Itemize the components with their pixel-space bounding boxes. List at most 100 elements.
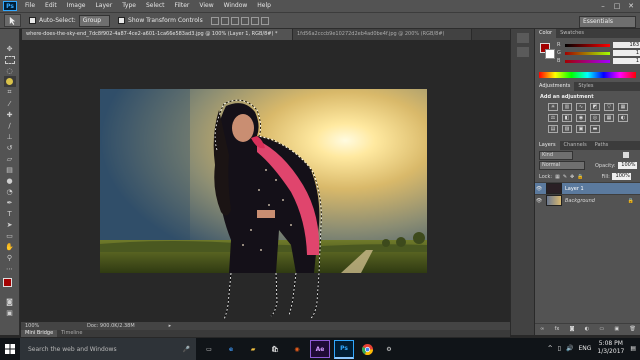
marquee-tool-icon[interactable] [4, 54, 16, 65]
red-value-input[interactable]: 163 [613, 42, 640, 48]
menu-help[interactable]: Help [252, 0, 276, 12]
menu-filter[interactable]: Filter [170, 0, 195, 12]
tab-swatches[interactable]: Swatches [556, 29, 588, 38]
taskbar-search-input[interactable]: Search the web and Windows 🎤 [20, 338, 196, 360]
eyedropper-tool-icon[interactable]: ⁄ [4, 98, 16, 109]
hand-tool-icon[interactable]: ✋ [4, 241, 16, 252]
menu-view[interactable]: View [194, 0, 218, 12]
shape-tool-icon[interactable]: ▭ [4, 230, 16, 241]
lock-transparency-icon[interactable]: ▦ [555, 174, 560, 180]
adjustment-layer-icon[interactable]: ◐ [585, 326, 589, 332]
clock[interactable]: 5:08 PM 1/3/2017 [597, 340, 624, 356]
foreground-color-swatch[interactable] [3, 278, 12, 287]
dodge-tool-icon[interactable]: ◔ [4, 186, 16, 197]
show-transform-checkbox[interactable] [118, 17, 126, 24]
exposure-icon[interactable]: ◩ [590, 103, 600, 111]
menu-select[interactable]: Select [141, 0, 170, 12]
color-balance-icon[interactable]: ⚖ [548, 114, 558, 122]
add-mask-icon[interactable]: ◙ [570, 326, 575, 332]
history-brush-tool-icon[interactable]: ↺ [4, 142, 16, 153]
green-slider[interactable] [564, 51, 611, 55]
menu-layer[interactable]: Layer [90, 0, 117, 12]
crop-tool-icon[interactable]: ⌗ [4, 87, 16, 98]
tab-layers[interactable]: Layers [535, 141, 560, 150]
threshold-icon[interactable]: ▨ [562, 125, 572, 133]
edge-browser-icon[interactable]: e [222, 341, 240, 357]
layer-row-layer-1[interactable]: 👁 Layer 1 [535, 182, 640, 194]
network-icon[interactable]: ▯ [558, 345, 561, 352]
properties-panel-icon[interactable] [516, 47, 529, 57]
screen-mode-icon[interactable]: ▣ [4, 307, 16, 318]
align-middle-icon[interactable] [220, 16, 229, 25]
minimize-icon[interactable]: – [596, 0, 610, 12]
tab-adjustments[interactable]: Adjustments [535, 82, 575, 91]
invert-icon[interactable]: ◐ [618, 114, 628, 122]
menu-type[interactable]: Type [117, 0, 141, 12]
tab-document-secondary[interactable]: 1fd56a2cccb9e10272d2eb4ad0be4f.jpg @ 200… [293, 29, 472, 40]
visibility-eye-icon[interactable]: 👁 [535, 198, 543, 204]
visibility-eye-icon[interactable]: 👁 [535, 186, 543, 192]
move-tool-preset-button[interactable] [4, 14, 21, 27]
color-spectrum-bar[interactable] [539, 72, 636, 78]
color-lookup-icon[interactable]: ▦ [604, 114, 614, 122]
menu-window[interactable]: Window [219, 0, 253, 12]
lasso-tool-icon[interactable]: ◌ [4, 65, 16, 76]
extra-tools-icon[interactable]: ⋯ [4, 263, 16, 274]
store-icon[interactable]: 🛍 [266, 341, 284, 357]
tab-timeline[interactable]: Timeline [57, 330, 86, 337]
tab-color[interactable]: Color [535, 29, 557, 38]
status-menu-arrow-icon[interactable]: ▸ [169, 323, 172, 329]
align-center-icon[interactable] [250, 16, 259, 25]
auto-select-dropdown[interactable]: Group [78, 14, 111, 27]
volume-icon[interactable]: 🔊 [566, 345, 573, 352]
layer-row-background[interactable]: 👁 Background 🔒 [535, 194, 640, 206]
blue-value-input[interactable]: 1 [613, 58, 640, 64]
auto-select-checkbox[interactable] [29, 17, 36, 24]
lock-paint-icon[interactable]: ✎ [563, 174, 567, 180]
workspace-dropdown[interactable]: Essentials [579, 16, 636, 28]
levels-icon[interactable]: ▥ [562, 103, 572, 111]
channel-mixer-icon[interactable]: ◎ [590, 114, 600, 122]
layer-style-icon[interactable]: fx [555, 326, 560, 332]
tab-paths[interactable]: Paths [591, 141, 613, 150]
black-white-icon[interactable]: ◧ [562, 114, 572, 122]
language-indicator[interactable]: ENG [578, 345, 591, 352]
brush-tool-icon[interactable]: ∕ [4, 120, 16, 131]
windows-start-button[interactable] [0, 338, 20, 360]
maximize-icon[interactable]: □ [610, 0, 624, 12]
link-layers-icon[interactable]: ∞ [540, 326, 544, 332]
move-tool-icon[interactable]: ✥ [4, 43, 16, 54]
path-selection-tool-icon[interactable]: ➤ [4, 219, 16, 230]
gradient-map-icon[interactable]: ▬ [590, 125, 600, 133]
align-bottom-icon[interactable] [230, 16, 239, 25]
zoom-tool-icon[interactable]: ⚲ [4, 252, 16, 263]
eraser-tool-icon[interactable]: ▱ [4, 153, 16, 164]
blue-slider[interactable] [564, 59, 611, 63]
lock-all-icon[interactable]: 🔒 [577, 174, 583, 180]
media-player-icon[interactable]: ◉ [288, 341, 306, 357]
tab-channels[interactable]: Channels [560, 141, 591, 150]
curves-icon[interactable]: ∿ [576, 103, 586, 111]
healing-brush-tool-icon[interactable]: ✚ [4, 109, 16, 120]
menu-edit[interactable]: Edit [40, 0, 62, 12]
layer-name[interactable]: Layer 1 [565, 186, 584, 192]
history-panel-icon[interactable] [516, 33, 529, 43]
layer-kind-dropdown[interactable]: Kind [539, 150, 573, 160]
microphone-icon[interactable]: 🎤 [183, 346, 190, 353]
blend-mode-dropdown[interactable]: Normal [539, 161, 585, 170]
tray-overflow-icon[interactable]: ^ [548, 345, 553, 352]
posterize-icon[interactable]: ▤ [548, 125, 558, 133]
new-layer-icon[interactable]: ▣ [614, 326, 619, 332]
blur-tool-icon[interactable]: ● [4, 175, 16, 186]
selective-color-icon[interactable]: ▣ [576, 125, 586, 133]
clone-stamp-tool-icon[interactable]: ⊥ [4, 131, 16, 142]
delete-layer-icon[interactable]: 🗑 [629, 326, 635, 332]
opacity-input[interactable]: 100% [617, 162, 637, 169]
document-image[interactable] [21, 40, 510, 322]
after-effects-app-icon[interactable]: Ae [310, 340, 330, 358]
task-view-icon[interactable]: ▭ [200, 341, 218, 357]
file-explorer-icon[interactable]: ▰ [244, 341, 262, 357]
fill-input[interactable]: 100% [611, 173, 631, 180]
quick-mask-icon[interactable]: ◙ [4, 296, 16, 307]
align-left-icon[interactable] [240, 16, 249, 25]
